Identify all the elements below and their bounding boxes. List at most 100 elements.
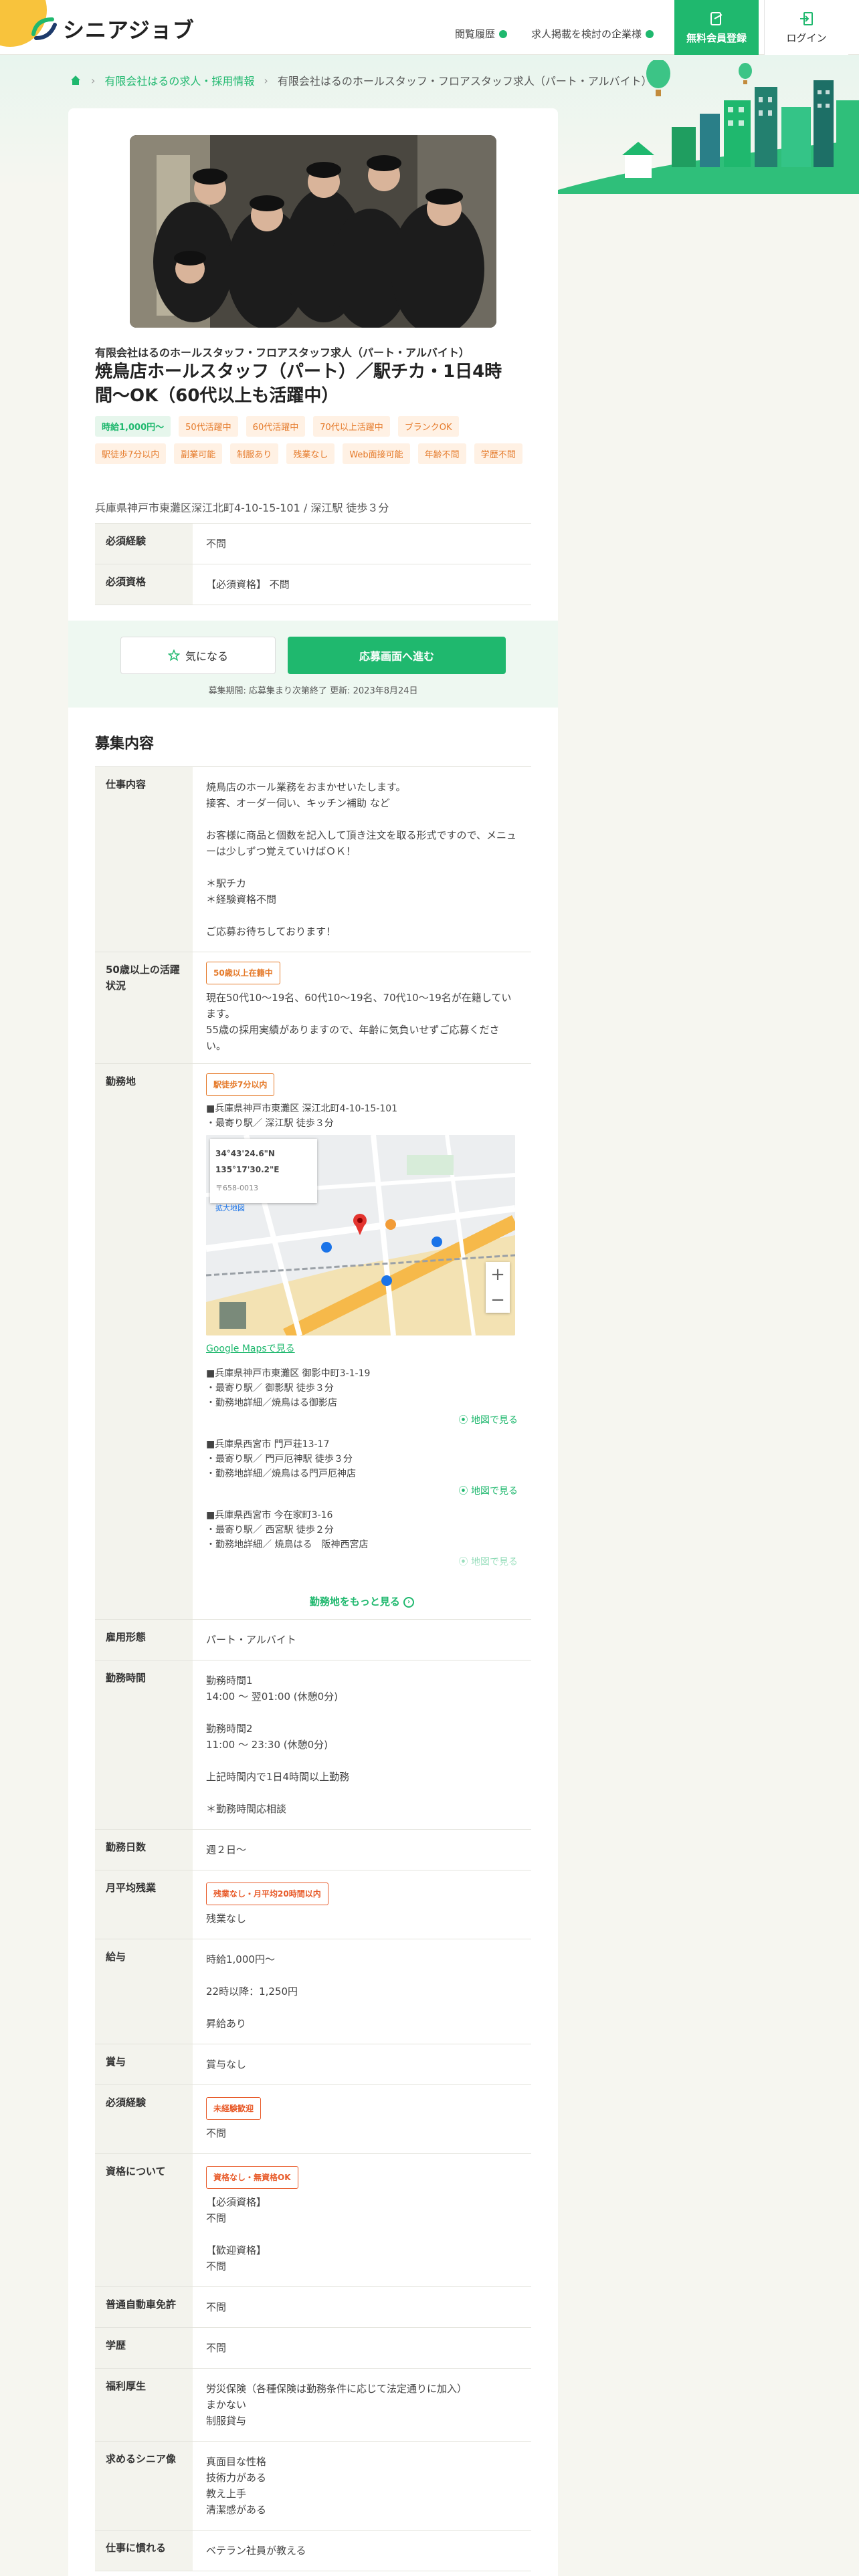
register-button-label: 無料会員登録 — [686, 31, 747, 44]
row-header: 必須経験 — [95, 2085, 193, 2153]
map-link-label: 地図で見る — [471, 1486, 518, 1497]
row-header: 勤務地 — [95, 1064, 193, 1619]
map-coords: 34°43'24.6"N 135°17'30.2"E — [215, 1149, 280, 1174]
breadcrumb-current: 有限会社はるのホールスタッフ・フロアスタッフ求人（パート・アルバイト） — [277, 75, 652, 88]
senior-badge: 50歳以上在籍中 — [206, 962, 280, 984]
page: シニアジョブ 閲覧履歴 求人掲載を検討の企業様 無料会員登録 ログイン › 有限… — [0, 0, 859, 2576]
senior-status: 50歳以上在籍中 現在50代10〜19名、60代10〜19名、70代10〜19名… — [193, 952, 531, 1063]
map-zoom-control[interactable]: + − — [486, 1262, 510, 1313]
table-row: 勤務日数 週２日〜 — [95, 1830, 531, 1870]
location-list: ■兵庫県神戸市東灘区 御影中町3-1-19 ・最寄り駅／ 御影駅 徒歩３分 ・勤… — [206, 1366, 518, 1570]
table-row: 勤務地 駅徒歩7分以内 ■兵庫県神戸市東灘区 深江北町4-10-15-101 ・… — [95, 1064, 531, 1620]
job-company-line: 有限会社はるのホールスタッフ・フロアスタッフ求人（パート・アルバイト） — [95, 346, 470, 359]
apply-meta: 募集期間: 応募集まり次第終了 更新: 2023年8月24日 — [208, 686, 418, 696]
row-header: 必須資格 — [95, 564, 193, 605]
star-icon — [167, 649, 180, 661]
job-address: 兵庫県神戸市東灘区深江北町4-10-15-101 / 深江駅 徒歩３分 — [95, 502, 389, 514]
row-value: パート・アルバイト — [206, 1634, 296, 1646]
map-enlarge-link[interactable]: 拡大地図 — [215, 1200, 312, 1216]
more-locations-button[interactable]: 勤務地をもっと見る › — [206, 1594, 518, 1610]
zoom-in-icon[interactable]: + — [490, 1266, 505, 1283]
table-row: 資格について 資格なし・無資格OK 【必須資格】 不問 【歓迎資格】 不問 — [95, 2154, 531, 2287]
map-link[interactable]: ⦿ 地図で見る — [206, 1484, 518, 1499]
row-header: 福利厚生 — [95, 2369, 193, 2441]
fade-overlay — [206, 1549, 518, 1576]
row-value: 勤務時間1 14:00 〜 翌01:00 (休憩0分) 勤務時間2 11:00 … — [206, 1675, 350, 1815]
job-content: 焼鳥店のホール業務をおまかせいたします。 接客、オーダー伺い、キッチン補助 など… — [206, 781, 516, 938]
map-link[interactable]: ⦿ 地図で見る — [206, 1413, 518, 1428]
header-links: 閲覧履歴 求人掲載を検討の企業様 — [455, 27, 654, 41]
row-header: 学歴 — [95, 2328, 193, 2368]
breadcrumb-separator: › — [264, 74, 268, 87]
apply-button[interactable]: 応募画面へ進む — [288, 637, 506, 674]
row-cell: 真面目な性格 技術力がある 教え上手 清潔感がある — [193, 2442, 531, 2530]
row-header: 仕事内容 — [95, 767, 193, 952]
row-header: 雇用形態 — [95, 1620, 193, 1660]
breadcrumb-company-link[interactable]: 有限会社はるの求人・採用情報 — [104, 72, 254, 88]
row-cell: 残業なし・月平均20時間以内残業なし — [193, 1870, 531, 1939]
map-link-label: 地図で見る — [471, 1415, 518, 1426]
history-link-label: 閲覧履歴 — [455, 28, 496, 40]
row-cell: 労災保険（各種保険は勤務条件に応じて法定通りに加入） まかない 制服貸与 — [193, 2369, 531, 2441]
location-text: ■兵庫県西宮市 門戸荘13-17 ・最寄り駅／ 門戸厄神駅 徒歩３分 ・勤務地詳… — [206, 1439, 356, 1479]
job-card: 有限会社はるのホールスタッフ・フロアスタッフ求人（パート・アルバイト） 焼鳥店ホ… — [68, 108, 558, 2576]
home-icon[interactable] — [70, 74, 82, 86]
summary-table: 必須経験 不問 必須資格 【必須資格】 不問 — [95, 523, 531, 605]
row-cell: 未経験歓迎 不問 — [193, 2085, 531, 2153]
register-button[interactable]: 無料会員登録 — [674, 0, 759, 55]
senior-text: 現在50代10〜19名、60代10〜19名、70代10〜19名が在籍しています。… — [206, 992, 512, 1052]
salary-tag: 時給1,000円〜 — [95, 416, 171, 437]
row-cell: 時給1,000円〜 22時以降：1,250円 昇給あり — [193, 1939, 531, 2044]
arrow-circle-icon — [646, 29, 654, 38]
details-table: 仕事内容 焼鳥店のホール業務をおまかせいたします。 接客、オーダー伺い、キッチン… — [95, 766, 531, 2571]
row-value: 残業なし — [206, 1913, 247, 1925]
breadcrumb-separator: › — [91, 74, 96, 87]
register-icon — [710, 11, 723, 25]
pin-icon: ⦿ — [458, 1415, 471, 1426]
employer-link-label: 求人掲載を検討の企業様 — [531, 28, 642, 40]
location-main: ■兵庫県神戸市東灘区 深江北町4-10-15-101 ・最寄り駅／ 深江駅 徒歩… — [206, 1103, 398, 1129]
site-logo[interactable]: シニアジョブ — [29, 13, 195, 44]
favorite-button[interactable]: 気になる — [120, 637, 276, 674]
feature-tag: 70代以上活躍中 — [313, 416, 390, 437]
login-button[interactable]: ログイン — [764, 0, 848, 55]
table-row: 必須経験 不問 — [95, 524, 531, 564]
row-value: 真面目な性格 技術力がある 教え上手 清潔感がある — [206, 2456, 267, 2516]
condition-badge: 資格なし・無資格OK — [206, 2166, 298, 2189]
table-row: 50歳以上の活躍状況 50歳以上在籍中 現在50代10〜19名、60代10〜19… — [95, 952, 531, 1064]
location-item: ■兵庫県神戸市東灘区 御影中町3-1-19 ・最寄り駅／ 御影駅 徒歩３分 ・勤… — [206, 1366, 518, 1428]
row-value: 不問 — [206, 2342, 227, 2354]
feature-tag: 副業可能 — [174, 443, 223, 464]
zoom-out-icon[interactable]: − — [490, 1291, 505, 1309]
row-header: 仕事に慣れる — [95, 2531, 193, 2571]
login-icon — [799, 11, 813, 25]
job-tags: 時給1,000円〜 50代活躍中 60代活躍中 70代以上活躍中 ブランクOK 駅徒歩7分… — [95, 416, 537, 464]
table-row: 普通自動車免許 不問 — [95, 2287, 531, 2328]
row-value: ベテラン社員が教える — [206, 2545, 306, 2557]
condition-badge: 残業なし・月平均20時間以内 — [206, 1883, 328, 1905]
table-row: 仕事に慣れる ベテラン社員が教える — [95, 2531, 531, 2571]
google-maps-link[interactable]: Google Mapsで見る — [206, 1341, 518, 1357]
row-value: 【必須資格】 不問 【歓迎資格】 不問 — [206, 2196, 267, 2272]
location-item: ■兵庫県西宮市 門戸荘13-17 ・最寄り駅／ 門戸厄神駅 徒歩３分 ・勤務地詳… — [206, 1437, 518, 1499]
table-row: 給与 時給1,000円〜 22時以降：1,250円 昇給あり — [95, 1939, 531, 2044]
table-row: 学歴 不問 — [95, 2328, 531, 2369]
row-value: 時給1,000円〜 22時以降：1,250円 昇給あり — [206, 1953, 298, 2030]
row-value: 賞与なし — [206, 2058, 247, 2070]
history-link[interactable]: 閲覧履歴 — [455, 27, 508, 41]
job-title: 焼鳥店ホールスタッフ（パート）／駅チカ・1日4時間〜OK（60代以上も活躍中） — [95, 362, 502, 406]
table-row: 必須資格 【必須資格】 不問 — [95, 564, 531, 605]
table-row: 求めるシニア像 真面目な性格 技術力がある 教え上手 清潔感がある — [95, 2442, 531, 2531]
employer-link[interactable]: 求人掲載を検討の企業様 — [531, 27, 654, 41]
favorite-button-label: 気になる — [185, 650, 228, 663]
row-value: 不問 — [206, 2127, 227, 2139]
row-cell: パート・アルバイト — [193, 1620, 531, 1660]
login-button-label: ログイン — [786, 31, 827, 44]
row-header: 給与 — [95, 1939, 193, 2044]
row-header: 月平均残業 — [95, 1870, 193, 1939]
table-row: 雇用形態 パート・アルバイト — [95, 1620, 531, 1660]
site-header: シニアジョブ 閲覧履歴 求人掲載を検討の企業様 無料会員登録 ログイン — [0, 0, 859, 55]
location-badge: 駅徒歩7分以内 — [206, 1073, 275, 1096]
map-embed[interactable]: 34°43'24.6"N 135°17'30.2"E 〒658-0013 拡大地… — [206, 1135, 515, 1335]
row-cell: 週２日〜 — [193, 1830, 531, 1870]
